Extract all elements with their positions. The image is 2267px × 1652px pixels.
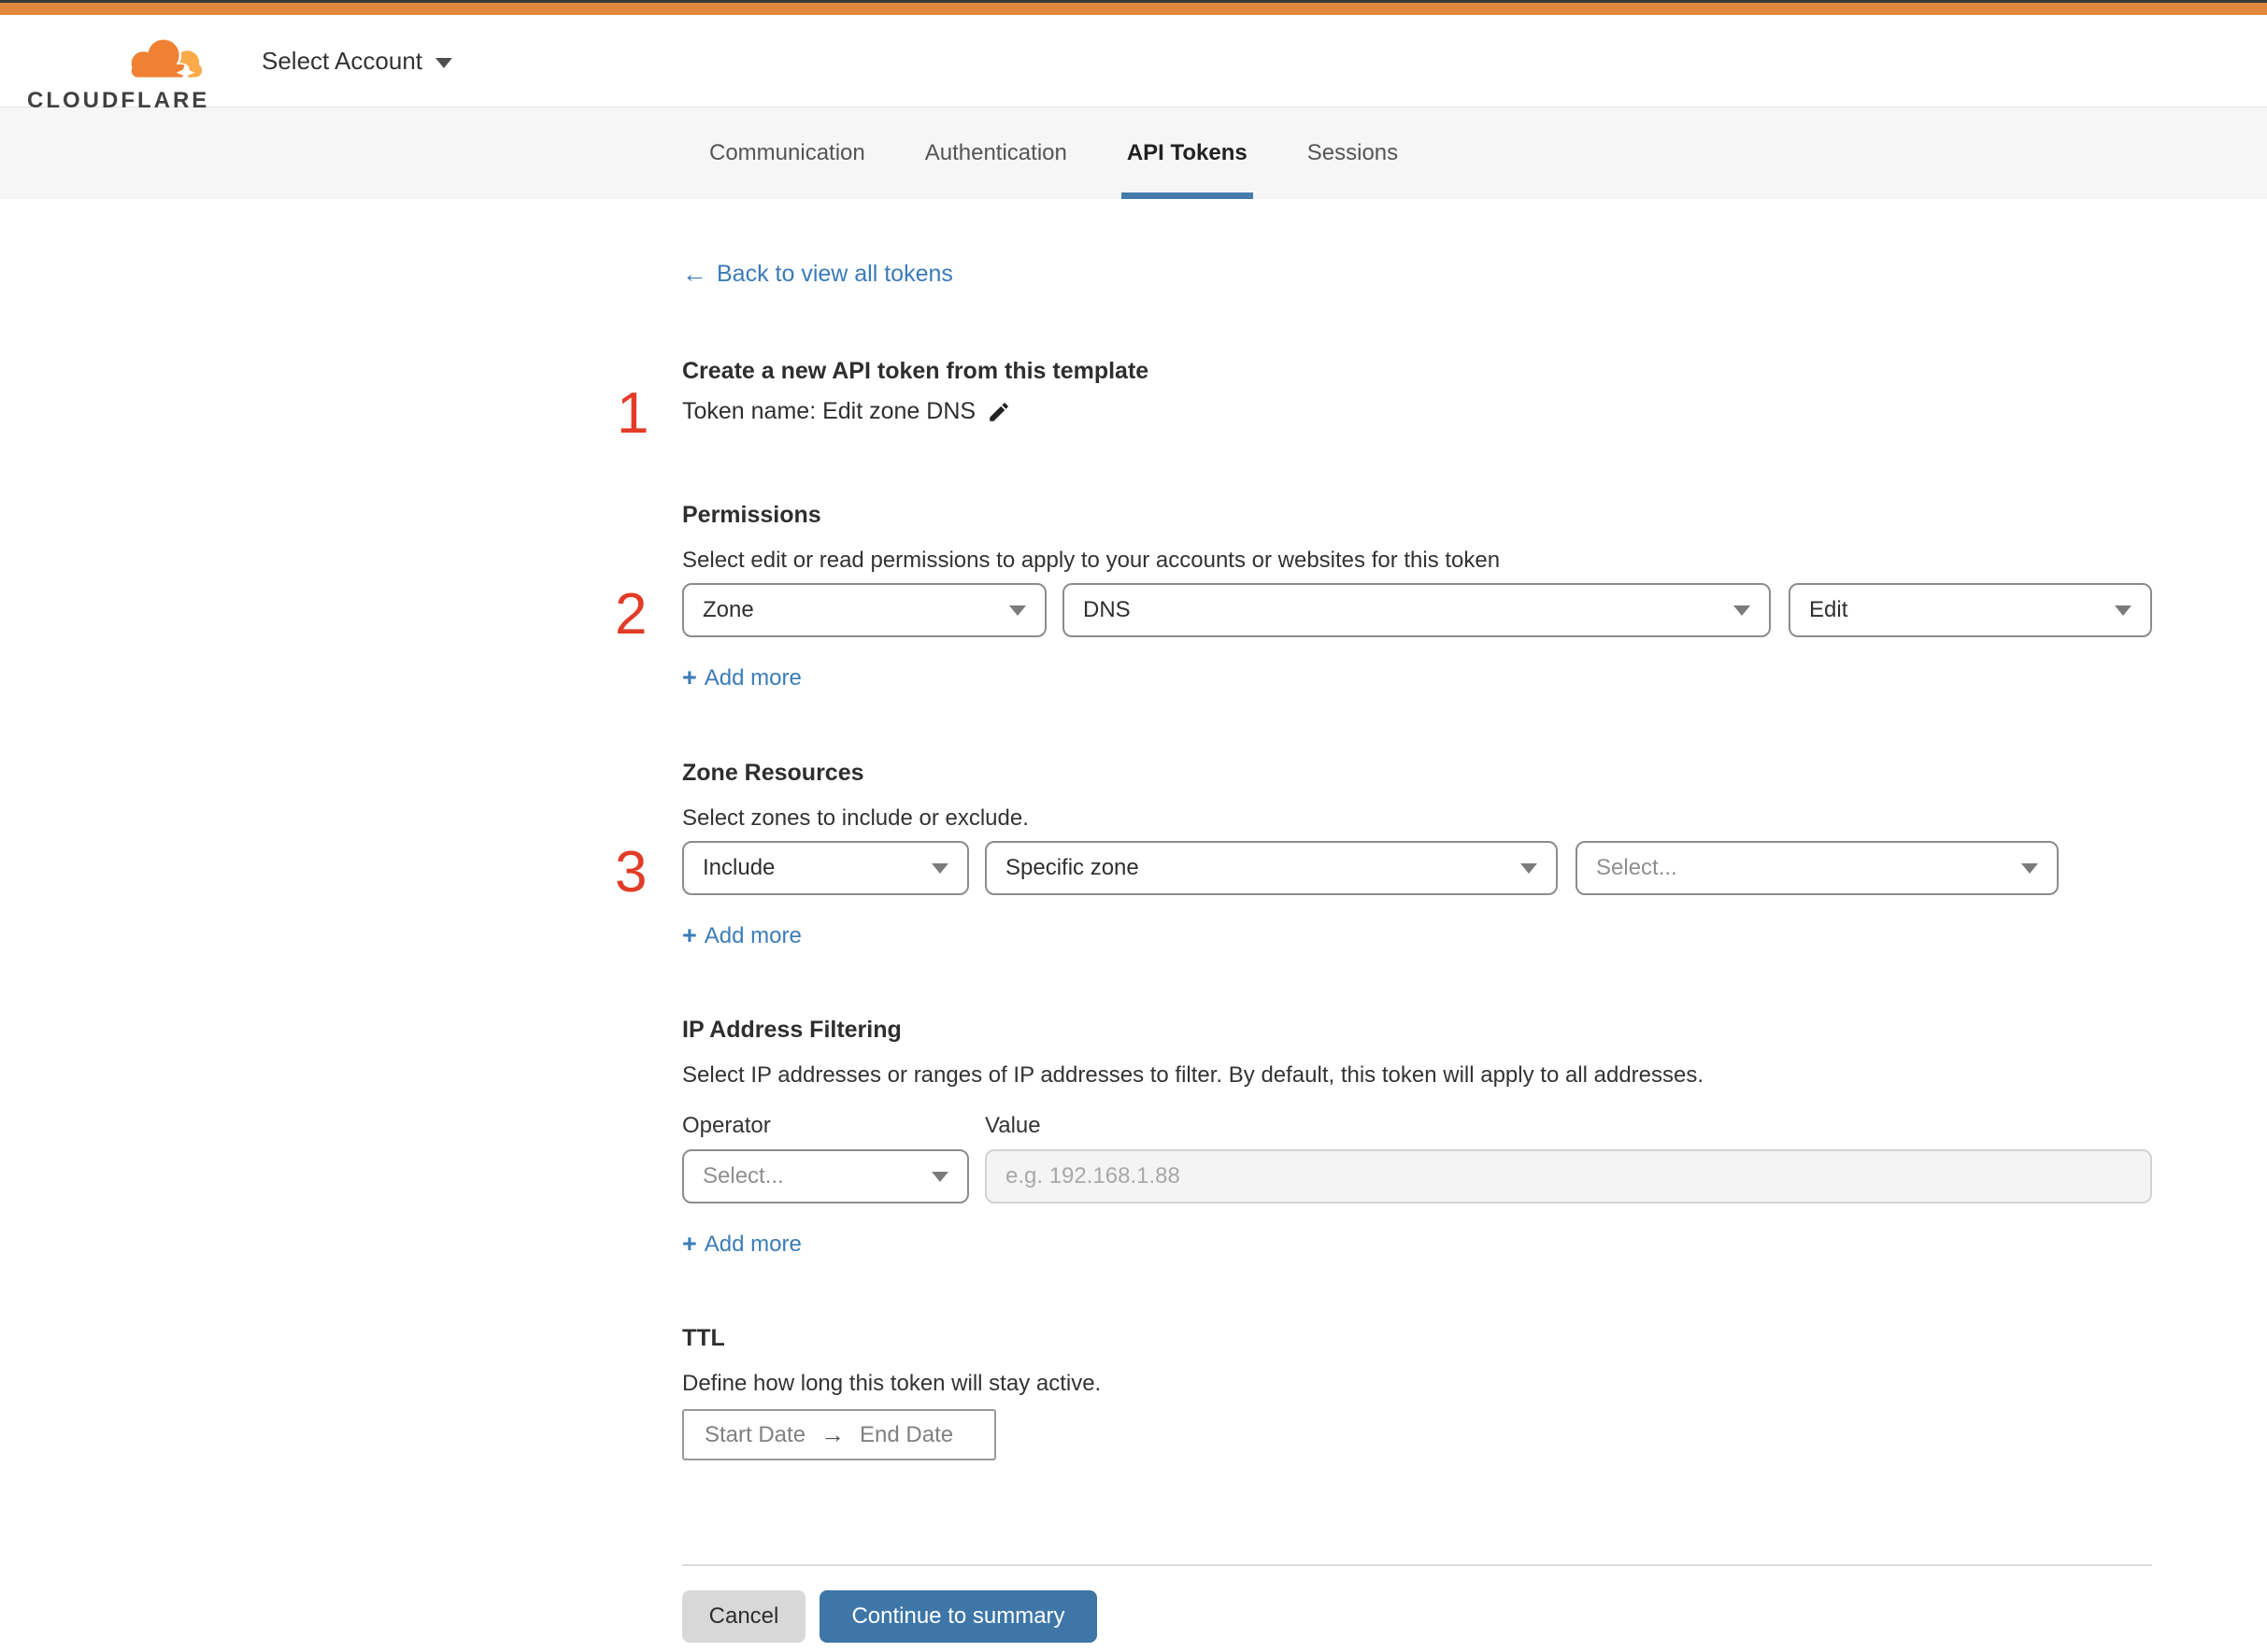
permissions-description: Select edit or read permissions to apply… [682, 548, 1501, 573]
chevron-down-icon [2115, 605, 2132, 616]
zone-resources-add-more-link[interactable]: + Add more [682, 921, 802, 950]
ip-operator-select[interactable]: Select... [682, 1149, 969, 1203]
permission-service-select[interactable]: DNS [1062, 583, 1771, 637]
chevron-down-icon [1733, 605, 1750, 616]
permissions-heading: Permissions [682, 502, 821, 528]
account-selector-label: Select Account [262, 46, 422, 75]
zone-resources-heading: Zone Resources [682, 760, 864, 786]
end-date-placeholder: End Date [860, 1421, 954, 1447]
permission-access-value: Edit [1809, 597, 1848, 622]
chevron-down-icon [1520, 862, 1537, 874]
ttl-date-range-picker[interactable]: Start Date → End Date [682, 1409, 996, 1460]
app-header: CLOUDFLARE Select Account [0, 15, 2267, 113]
permission-scope-select[interactable]: Zone [682, 583, 1047, 637]
tab-authentication[interactable]: Authentication [921, 107, 1071, 199]
ip-value-input[interactable] [985, 1149, 2152, 1203]
profile-tabstrip: Communication Authentication API Tokens … [0, 107, 2267, 199]
permission-service-value: DNS [1083, 597, 1131, 622]
zone-type-select[interactable]: Specific zone [985, 841, 1558, 895]
back-to-tokens-link[interactable]: ← Back to view all tokens [682, 260, 953, 289]
ip-operator-placeholder: Select... [703, 1163, 784, 1189]
chevron-down-icon [932, 862, 948, 874]
chevron-down-icon [1009, 605, 1026, 616]
zone-resources-description: Select zones to include or exclude. [682, 805, 1029, 831]
token-form: ← Back to view all tokens Create a new A… [682, 199, 2152, 1643]
zone-operator-select[interactable]: Include [682, 841, 969, 895]
zone-operator-value: Include [703, 855, 776, 880]
operator-label: Operator [682, 1113, 771, 1138]
top-accent-bar [0, 3, 2267, 15]
ttl-description: Define how long this token will stay act… [682, 1371, 1102, 1396]
footer-divider [682, 1564, 2152, 1566]
ttl-section: TTL Define how long this token will stay… [682, 1325, 2152, 1460]
page-title: Create a new API token from this templat… [682, 358, 1149, 384]
chevron-down-icon [2021, 862, 2038, 874]
start-date-placeholder: Start Date [705, 1421, 806, 1447]
tab-api-tokens[interactable]: API Tokens [1120, 107, 1253, 199]
ip-filtering-section: IP Address Filtering Select IP addresses… [682, 1017, 2152, 1259]
plus-icon: + [682, 921, 697, 949]
back-arrow-icon: ← [682, 260, 707, 288]
add-more-label: Add more [704, 1231, 802, 1257]
plus-icon: + [682, 1230, 697, 1258]
permissions-add-more-link[interactable]: + Add more [682, 663, 802, 692]
step-annotation-3: 3 [615, 840, 648, 904]
continue-to-summary-button[interactable]: Continue to summary [820, 1590, 1097, 1643]
tab-sessions[interactable]: Sessions [1304, 107, 1402, 199]
zone-picker-select[interactable]: Select... [1575, 841, 2059, 895]
cloudflare-cloud-icon [129, 37, 203, 82]
edit-pencil-icon[interactable] [987, 400, 1011, 424]
ip-filtering-heading: IP Address Filtering [682, 1017, 902, 1043]
account-selector[interactable]: Select Account [262, 15, 452, 107]
cloudflare-wordmark: CLOUDFLARE [27, 88, 210, 113]
ttl-heading: TTL [682, 1325, 725, 1351]
chevron-down-icon [435, 57, 452, 68]
permissions-section: Permissions Select edit or read permissi… [682, 502, 2152, 692]
zone-type-value: Specific zone [1005, 855, 1139, 880]
cancel-button[interactable]: Cancel [682, 1590, 806, 1643]
form-actions: Cancel Continue to summary [682, 1590, 2152, 1643]
zone-resources-section: Zone Resources Select zones to include o… [682, 760, 2152, 950]
value-label: Value [985, 1113, 1041, 1138]
step-annotation-1: 1 [617, 381, 649, 446]
zone-picker-placeholder: Select... [1596, 855, 1677, 880]
add-more-label: Add more [704, 922, 802, 948]
arrow-right-icon: → [820, 1420, 846, 1448]
ip-filtering-add-more-link[interactable]: + Add more [682, 1230, 802, 1259]
permission-access-select[interactable]: Edit [1789, 583, 2152, 637]
chevron-down-icon [932, 1171, 948, 1182]
ip-filtering-description: Select IP addresses or ranges of IP addr… [682, 1062, 1704, 1088]
plus-icon: + [682, 663, 697, 691]
tab-communication[interactable]: Communication [706, 107, 869, 199]
add-more-label: Add more [704, 664, 802, 691]
permission-scope-value: Zone [703, 597, 754, 622]
token-name-text: Token name: Edit zone DNS [682, 398, 977, 424]
back-link-label: Back to view all tokens [717, 261, 953, 287]
cloudflare-logo[interactable]: CLOUDFLARE [27, 36, 214, 114]
step-annotation-2: 2 [615, 582, 648, 647]
